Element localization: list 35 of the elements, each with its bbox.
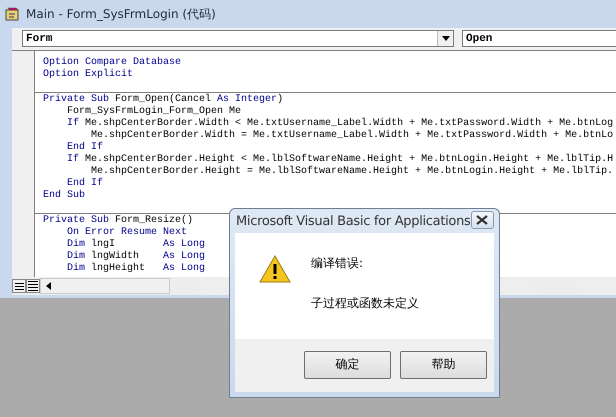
code-line: Private Sub Form_Resize() xyxy=(43,215,194,227)
window-title: Main - Form_SysFrmLogin (代码) xyxy=(26,6,216,22)
code-line: Private Sub Form_Open(Cancel As Integer) xyxy=(43,94,284,106)
ok-button[interactable]: 确定 xyxy=(304,350,391,378)
code-line: Me.shpCenterBorder.Height = Me.lblSoftwareName.Height + Me.btnLogin.Height + Me.lblTip. xyxy=(90,166,614,178)
code-line: If Me.shpCenterBorder.Width < Me.txtUsername_Label.Width + Me.txtPassword.Width + Me.btnLog xyxy=(66,118,614,130)
dialog-title: Microsoft Visual Basic for Applications xyxy=(236,214,471,228)
procedure-dropdown[interactable]: Open xyxy=(462,30,616,47)
lines-icon xyxy=(28,281,38,291)
dropdown-arrow-icon xyxy=(442,36,450,41)
code-line: End Sub xyxy=(43,190,86,202)
code-line: End If xyxy=(66,178,104,190)
help-button[interactable]: 帮助 xyxy=(400,350,487,378)
warning-icon xyxy=(259,255,291,283)
horizontal-scrollbar[interactable] xyxy=(40,278,170,294)
procedure-view-button[interactable] xyxy=(12,279,26,293)
error-heading: 编译错误: xyxy=(311,255,364,272)
object-dropdown[interactable]: Form xyxy=(22,30,454,47)
code-line: Option Explicit xyxy=(43,69,134,81)
code-line: On Error Resume Next xyxy=(66,227,188,238)
scroll-left-icon[interactable] xyxy=(46,282,50,290)
code-line: Form_SysFrmLogin_Form_Open Me xyxy=(66,106,242,118)
code-line: End If xyxy=(66,142,104,154)
code-line: Dim lngWidth As Long xyxy=(66,251,206,262)
close-button[interactable] xyxy=(470,211,494,229)
code-line: Dim lngHeight As Long xyxy=(66,263,206,275)
code-line: If Me.shpCenterBorder.Height < Me.lblSoftwareName.Height + Me.btnLogin.Height + Me.lblTip.H xyxy=(66,154,614,166)
error-message: 子过程或函数未定义 xyxy=(311,295,419,312)
lines-icon xyxy=(14,282,24,290)
full-module-view-button[interactable] xyxy=(26,279,40,293)
code-line: Me.shpCenterBorder.Width = Me.txtUsername_Label.Width + Me.txtPassword.Width + Me.btnLo xyxy=(90,130,614,142)
code-line: Option Compare Database xyxy=(43,57,182,68)
close-icon xyxy=(476,215,488,225)
code-line: Dim lngI As Long xyxy=(66,239,206,250)
form-code-icon xyxy=(4,6,20,22)
